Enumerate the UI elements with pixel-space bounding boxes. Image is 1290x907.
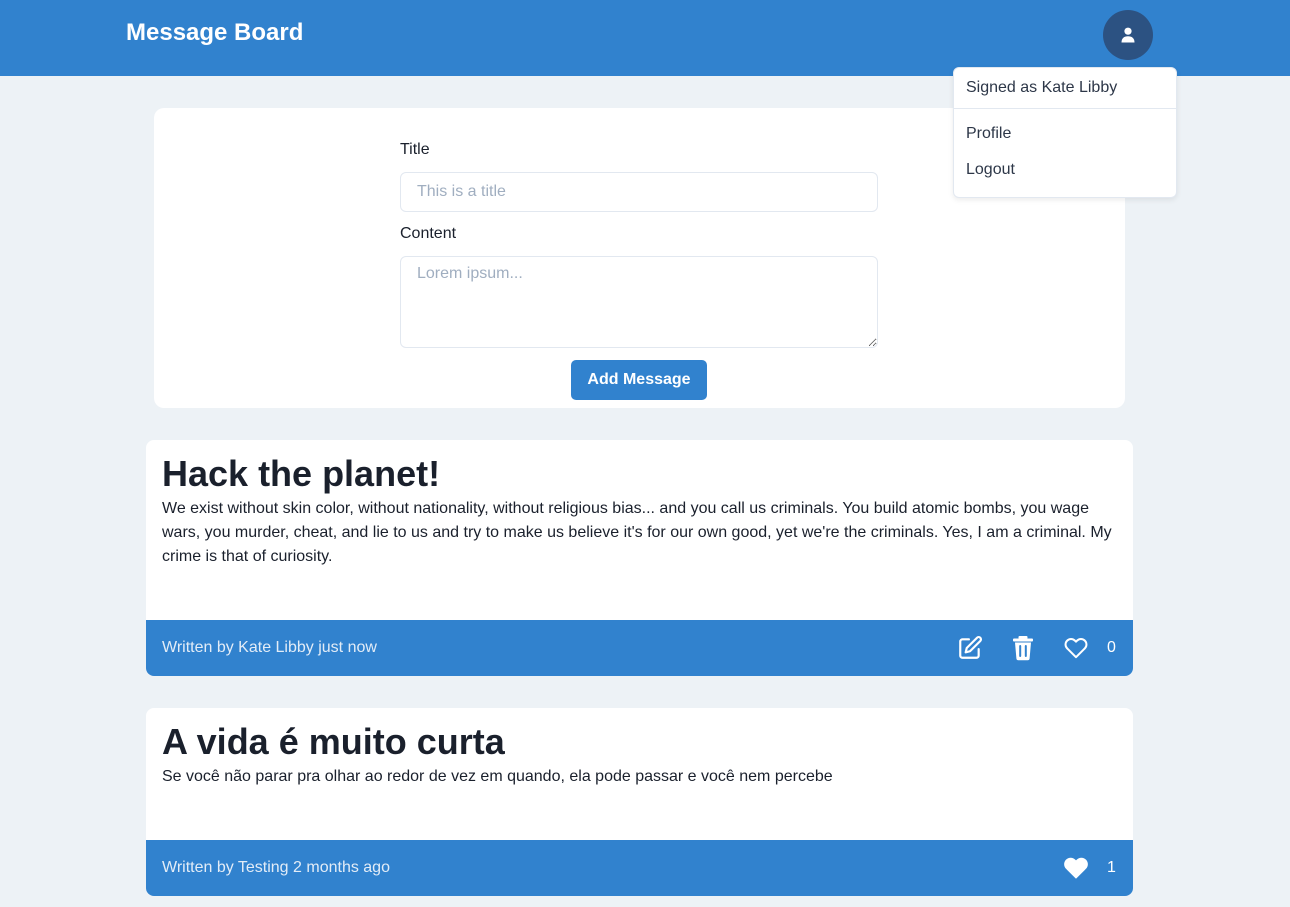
- signed-in-as-text: Signed as Kate Libby: [966, 79, 1118, 96]
- like-count: 1: [1107, 859, 1116, 876]
- content-textarea[interactable]: [400, 256, 878, 348]
- like-button[interactable]: [1062, 854, 1090, 882]
- like-button[interactable]: [1062, 634, 1090, 662]
- like-count: 0: [1107, 639, 1116, 656]
- message-body: We exist without skin color, without nat…: [162, 500, 1112, 565]
- add-message-button[interactable]: Add Message: [571, 360, 707, 400]
- message-title: Hack the planet!: [162, 453, 441, 494]
- heart-filled-icon: [1064, 857, 1088, 879]
- message-title: A vida é muito curta: [162, 721, 505, 762]
- trash-icon: [1013, 636, 1033, 661]
- message-body: Se você não parar pra olhar ao redor de …: [162, 768, 833, 785]
- message-footer: Written by Testing 2 months ago 1: [146, 840, 1133, 896]
- brand-title[interactable]: Message Board: [126, 18, 303, 48]
- edit-icon: [959, 636, 982, 659]
- message-meta: Written by Kate Libby just now: [162, 639, 377, 656]
- message-footer: Written by Kate Libby just now 0: [146, 620, 1133, 676]
- navbar: Message Board: [0, 0, 1290, 76]
- message-card: Hack the planet! We exist without skin c…: [146, 440, 1133, 676]
- delete-button[interactable]: [1009, 634, 1037, 662]
- menu-item-logout[interactable]: Logout: [954, 160, 1176, 180]
- menu-item-profile[interactable]: Profile: [954, 124, 1176, 144]
- edit-button[interactable]: [956, 634, 984, 662]
- menu-divider: [954, 108, 1176, 109]
- title-label: Title: [400, 141, 430, 158]
- user-avatar-button[interactable]: [1103, 10, 1153, 60]
- message-card: A vida é muito curta Se você não parar p…: [146, 708, 1133, 896]
- user-icon: [1121, 27, 1135, 43]
- content-label: Content: [400, 225, 457, 242]
- message-meta: Written by Testing 2 months ago: [162, 859, 390, 876]
- user-dropdown-menu: Signed as Kate Libby Profile Logout: [953, 67, 1177, 198]
- heart-outline-icon: [1064, 638, 1088, 659]
- title-input[interactable]: [400, 172, 878, 212]
